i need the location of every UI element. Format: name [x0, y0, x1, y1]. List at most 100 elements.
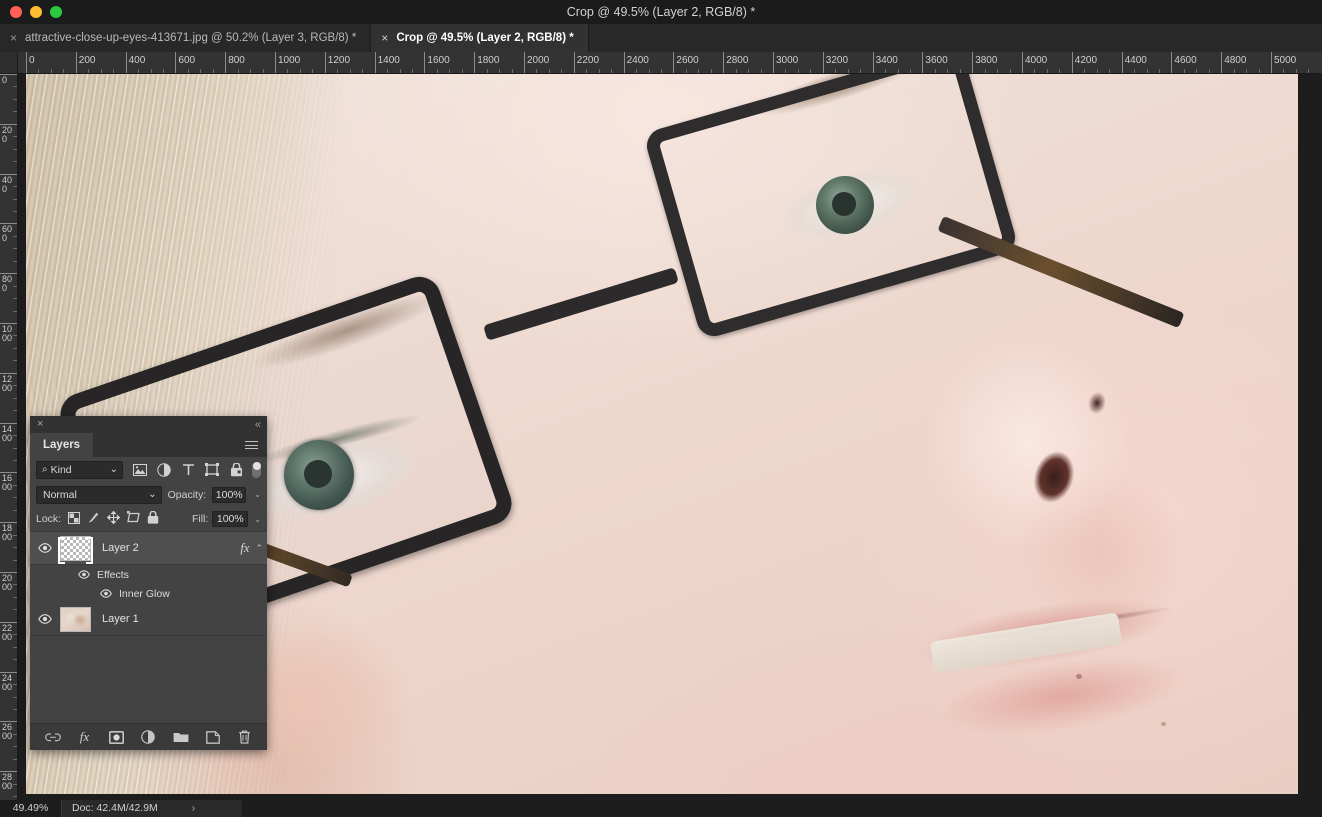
- lock-position-icon[interactable]: [106, 510, 121, 527]
- ruler-minor-tick: [13, 796, 17, 798]
- ruler-minor-tick: [461, 69, 463, 73]
- lock-all-icon[interactable]: [147, 510, 159, 527]
- document-size-status[interactable]: Doc: 42.4M/42.9M ›: [62, 800, 242, 817]
- ruler-minor-tick: [1146, 69, 1148, 73]
- blend-mode-select[interactable]: Normal ⌄: [36, 485, 162, 504]
- ruler-minor-tick: [13, 584, 17, 586]
- ruler-label: 2400: [626, 55, 649, 66]
- ruler-minor-tick: [959, 69, 961, 73]
- document-size-label: Doc: 42.4M/42.9M: [72, 802, 158, 814]
- ruler-minor-tick: [611, 69, 613, 73]
- ruler-minor-tick: [1096, 69, 1098, 73]
- ruler-origin-corner[interactable]: [0, 52, 18, 74]
- effects-visibility-toggle[interactable]: [78, 570, 90, 579]
- blend-mode-value: Normal: [43, 488, 77, 501]
- add-layer-style-icon[interactable]: fx: [76, 729, 93, 746]
- layer-row-layer-1[interactable]: Layer 1: [30, 603, 267, 636]
- ruler-minor-tick: [13, 659, 17, 661]
- layer-thumbnail[interactable]: [58, 535, 93, 564]
- status-bar: 49.49% Doc: 42.4M/42.9M ›: [0, 800, 1322, 817]
- ruler-label: 2200: [2, 622, 13, 642]
- ruler-minor-tick: [399, 69, 401, 73]
- layer-visibility-toggle[interactable]: [30, 543, 60, 553]
- new-layer-icon[interactable]: [204, 729, 221, 746]
- add-layer-mask-icon[interactable]: [108, 729, 125, 746]
- ruler-label: 2000: [2, 573, 13, 592]
- layers-list[interactable]: Layer 2 fx ⌃ Effects Inner Glow Layer 1: [30, 532, 267, 723]
- ruler-label: 200: [78, 55, 96, 66]
- chevron-right-icon[interactable]: ›: [192, 800, 195, 817]
- opacity-stepper-icon[interactable]: ⌄: [254, 490, 261, 499]
- filter-kind-select[interactable]: ⌕ Kind ⌄: [36, 460, 123, 479]
- document-tab-label: Crop @ 49.5% (Layer 2, RGB/8) *: [396, 32, 574, 44]
- layer-effect-row-inner-glow[interactable]: Inner Glow: [30, 584, 267, 603]
- zoom-level-field[interactable]: 49.49%: [0, 800, 62, 817]
- traffic-lights: [10, 6, 62, 18]
- fill-stepper-icon[interactable]: ⌄: [254, 515, 261, 524]
- ruler-minor-tick: [897, 69, 899, 73]
- ruler-minor-tick: [1208, 69, 1210, 73]
- document-tab-0[interactable]: × attractive-close-up-eyes-413671.jpg @ …: [0, 24, 372, 52]
- opacity-input[interactable]: 100%: [212, 486, 247, 503]
- blend-mode-row: Normal ⌄ Opacity: 100% ⌄: [30, 482, 267, 507]
- fill-input[interactable]: 100%: [212, 511, 249, 527]
- vertical-ruler[interactable]: 0 200 400 600 800 1000 1200 1400 1600 1800 2000 220…: [0, 74, 18, 800]
- collapse-panel-icon[interactable]: «: [255, 419, 261, 431]
- opacity-label: Opacity:: [167, 488, 207, 501]
- ruler-label: 3800: [975, 55, 998, 66]
- skin-mole: [1076, 674, 1082, 679]
- horizontal-ruler[interactable]: 0 200 400 600 800 1000 1200 1400 1600 1800 2000 220…: [18, 52, 1322, 74]
- ruler-minor-tick: [349, 69, 351, 73]
- ruler-minor-tick: [13, 534, 17, 536]
- ruler-minor-tick: [13, 459, 17, 461]
- ruler-minor-tick: [13, 186, 17, 188]
- layer-name-label: Layer 1: [102, 613, 139, 625]
- pixel-layer-filter-icon[interactable]: [128, 460, 152, 480]
- lock-transparent-pixels-icon[interactable]: [68, 511, 81, 527]
- link-layers-icon[interactable]: [44, 729, 61, 746]
- layer-name-label: Layer 2: [102, 542, 139, 554]
- filter-enable-toggle[interactable]: [252, 461, 261, 478]
- layer-visibility-toggle[interactable]: [30, 614, 60, 624]
- ruler-minor-tick: [13, 484, 17, 486]
- document-tab-1[interactable]: × Crop @ 49.5% (Layer 2, RGB/8) *: [371, 24, 589, 52]
- ruler-minor-tick: [1009, 69, 1011, 73]
- ruler-label: 4200: [1074, 55, 1098, 66]
- layer-row-layer-2[interactable]: Layer 2 fx ⌃: [30, 532, 267, 565]
- layer-effects-group-row[interactable]: Effects: [30, 565, 267, 584]
- ruler-minor-tick: [511, 69, 513, 73]
- ruler-minor-tick: [499, 69, 501, 73]
- type-layer-filter-icon[interactable]: [176, 460, 200, 480]
- maximize-window-button[interactable]: [50, 6, 62, 18]
- ruler-minor-tick: [436, 69, 438, 73]
- minimize-window-button[interactable]: [30, 6, 42, 18]
- shape-layer-filter-icon[interactable]: [200, 460, 224, 480]
- tab-layers[interactable]: Layers: [30, 433, 94, 457]
- lock-image-pixels-icon[interactable]: [87, 511, 100, 527]
- ruler-minor-tick: [13, 509, 17, 511]
- layer-effects-indicator-icon[interactable]: fx: [240, 541, 249, 556]
- panel-menu-button[interactable]: [245, 433, 267, 457]
- chevron-down-icon[interactable]: ⌄: [110, 464, 118, 475]
- ruler-minor-tick: [13, 210, 17, 212]
- close-icon[interactable]: ×: [381, 32, 388, 44]
- ruler-minor-tick: [586, 69, 588, 73]
- close-window-button[interactable]: [10, 6, 22, 18]
- close-icon[interactable]: ×: [10, 32, 17, 44]
- delete-layer-icon[interactable]: [236, 729, 253, 746]
- chevron-up-icon[interactable]: ⌃: [255, 543, 263, 554]
- ruler-minor-tick: [13, 447, 17, 449]
- new-fill-adjustment-layer-icon[interactable]: [140, 729, 157, 746]
- layer-thumbnail[interactable]: [60, 606, 91, 632]
- adjustment-layer-filter-icon[interactable]: [152, 460, 176, 480]
- ruler-minor-tick: [997, 69, 999, 73]
- new-group-icon[interactable]: [172, 729, 189, 746]
- layers-panel[interactable]: × « Layers ⌕ Kind ⌄ Normal ⌄ Opacity: 10…: [30, 416, 267, 750]
- smart-object-filter-icon[interactable]: [224, 460, 248, 480]
- ruler-minor-tick: [885, 69, 887, 73]
- chevron-down-icon[interactable]: ⌄: [148, 489, 156, 500]
- effect-visibility-toggle[interactable]: [100, 589, 112, 598]
- ruler-label: 2800: [2, 772, 13, 792]
- lock-artboard-nesting-icon[interactable]: [127, 511, 140, 527]
- close-icon[interactable]: ×: [37, 419, 43, 430]
